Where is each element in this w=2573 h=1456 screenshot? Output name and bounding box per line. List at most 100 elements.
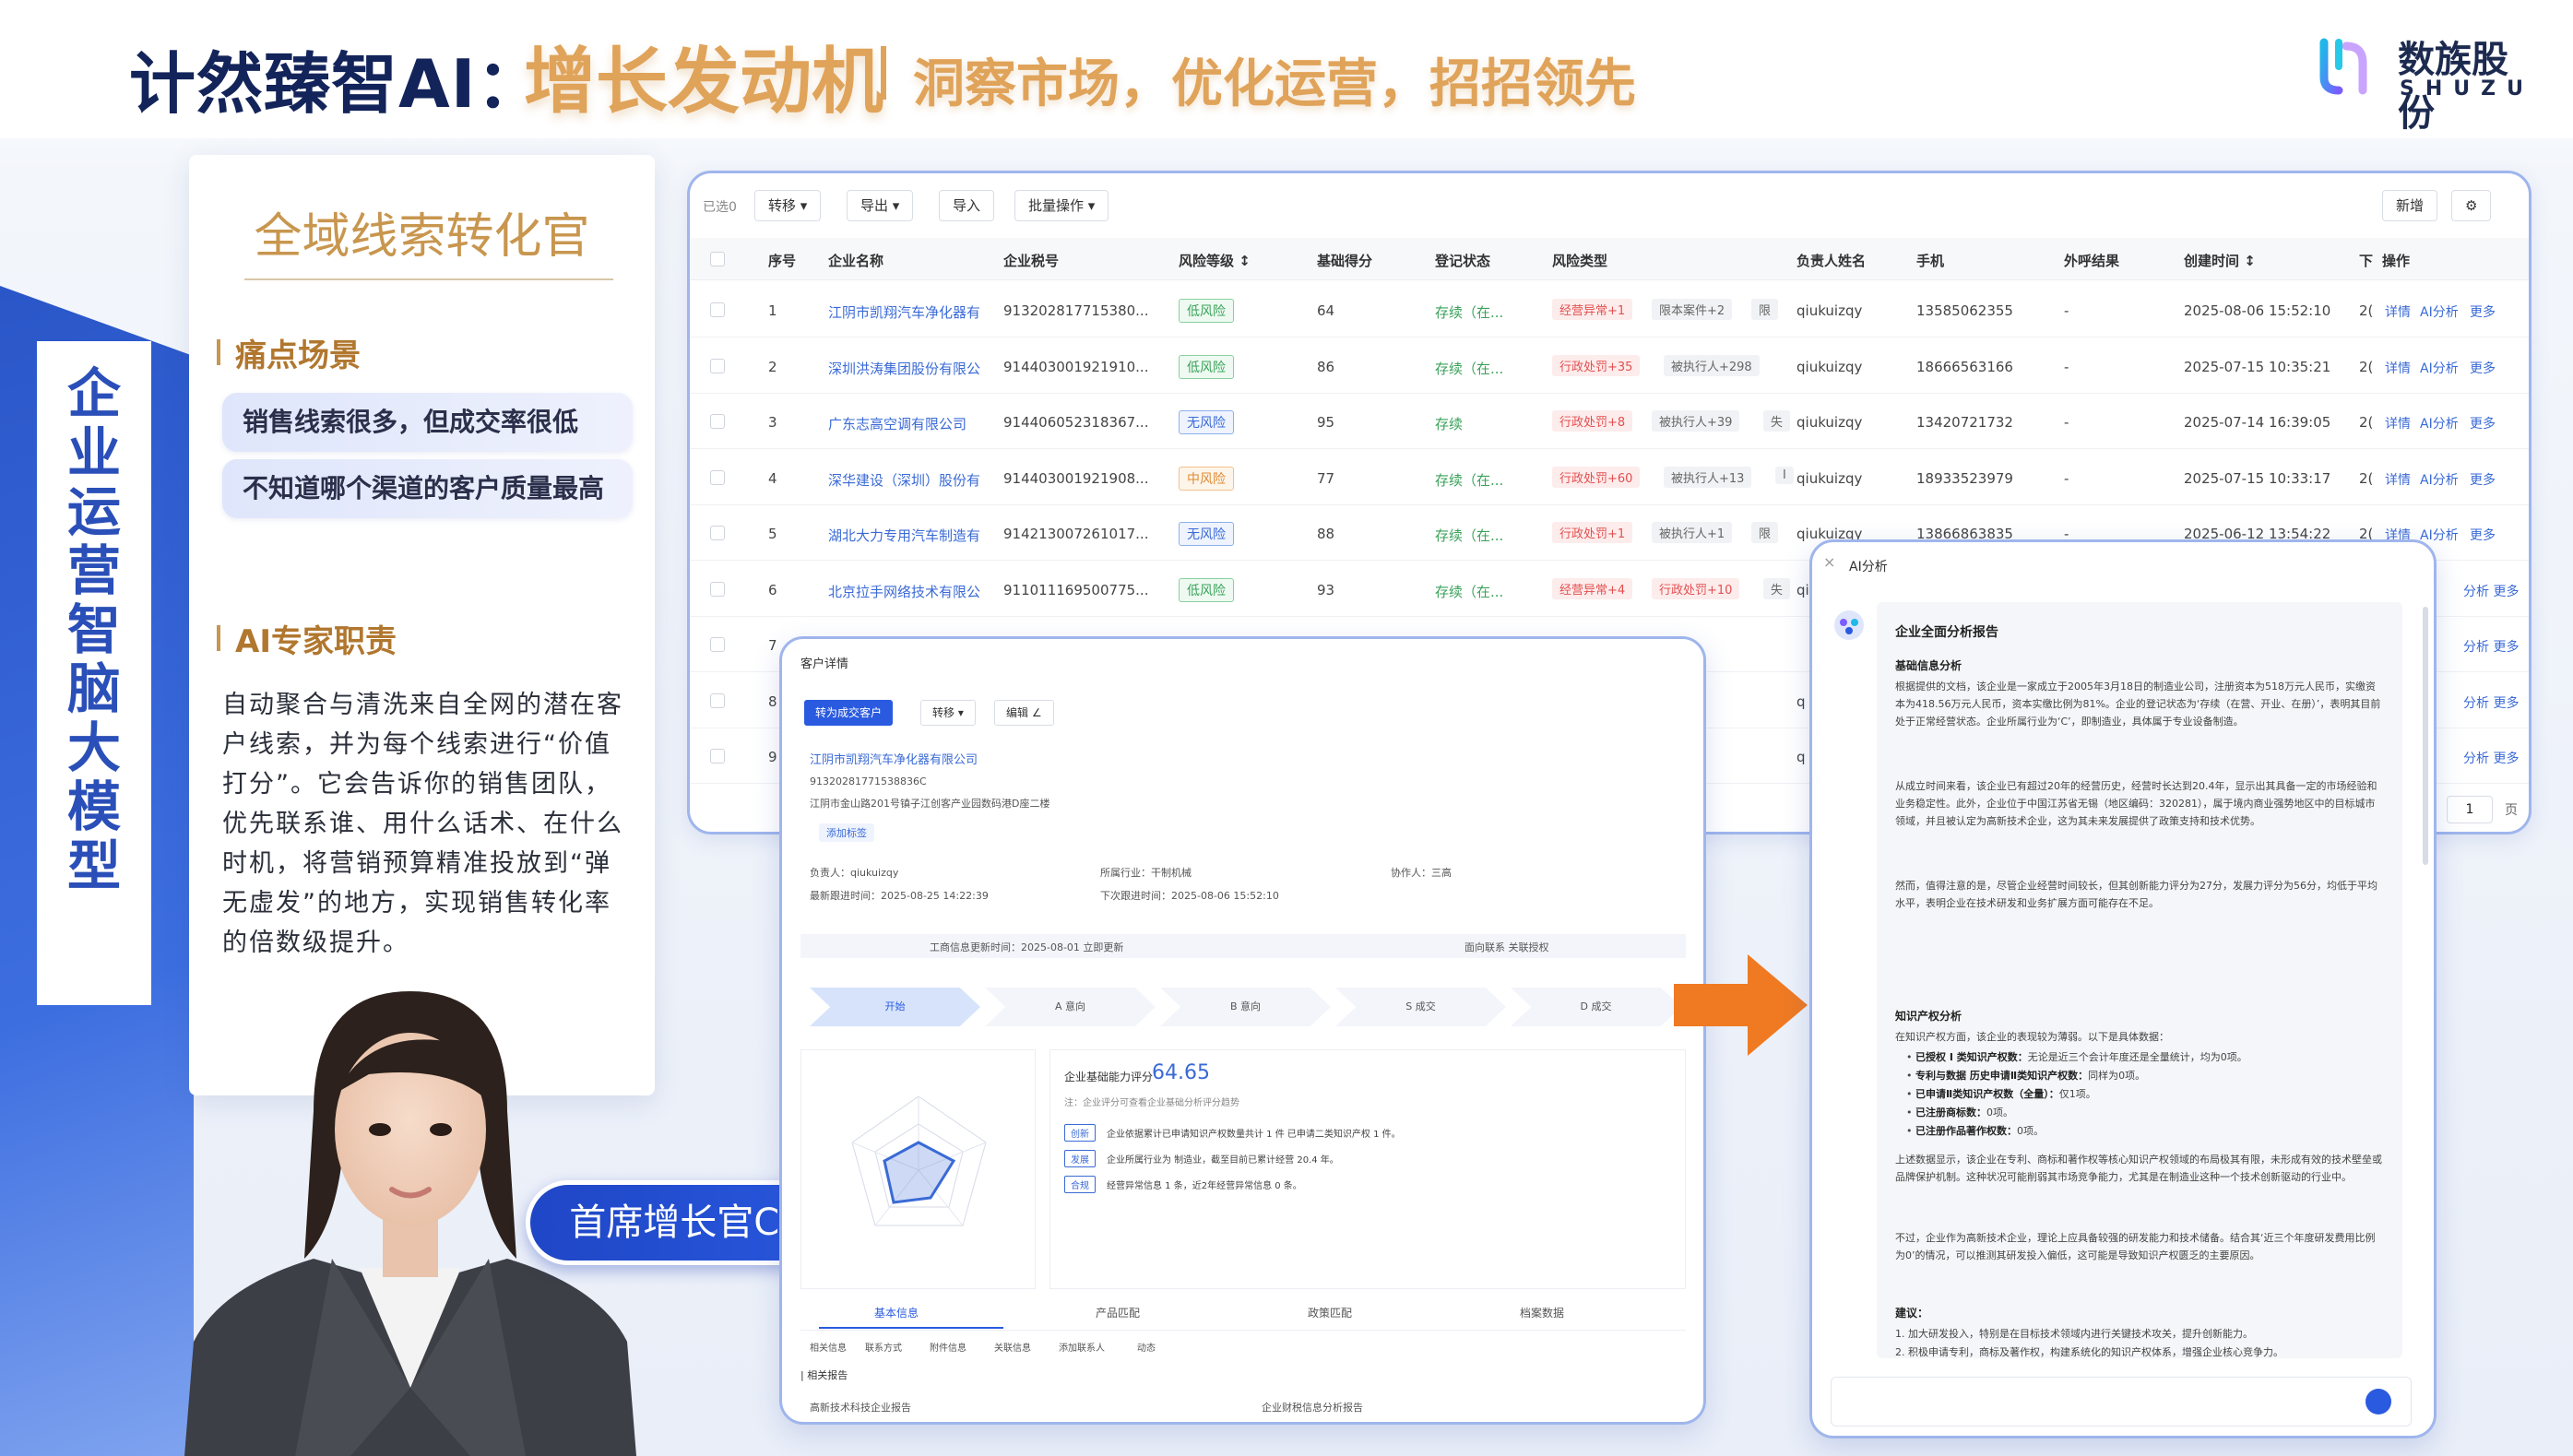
ai-scrollbar[interactable] — [2423, 607, 2428, 865]
header-bar: 计然臻智AI： 增长发动机 洞察市场，优化运营，招招领先 数族股份 SHUZU — [0, 0, 2573, 138]
row-checkbox[interactable] — [710, 692, 725, 708]
detail-link[interactable]: 详情 — [2385, 414, 2411, 432]
cell-call-result: - — [2064, 302, 2069, 319]
cell-company-name[interactable]: 江阴市凯翔汽车净化器有 — [828, 302, 994, 322]
detail-link[interactable]: 详情 — [2385, 470, 2411, 489]
export-button[interactable]: 导出 ▾ — [847, 190, 914, 221]
detail-company-name[interactable]: 江阴市凯翔汽车净化器有限公司 — [810, 750, 978, 767]
card-title: 全域线索转化官 — [254, 209, 590, 265]
ai-analysis-link[interactable]: AI分析 — [2420, 302, 2459, 321]
more-link[interactable]: 更多 — [2470, 470, 2496, 489]
more-link[interactable]: 更多 — [2470, 414, 2496, 432]
cell-company-name[interactable]: 湖北大力专用汽车制造有 — [828, 526, 994, 545]
row-actions[interactable]: 分析 更多 — [2463, 693, 2519, 712]
detail-link[interactable]: 详情 — [2385, 359, 2411, 377]
update-time[interactable]: 工商信息更新时间：2025-08-01 立即更新 — [930, 940, 1123, 954]
more-link[interactable]: 更多 — [2470, 359, 2496, 377]
stage-step[interactable]: S 成交 — [1335, 988, 1506, 1026]
add-button[interactable]: 新增 — [2382, 190, 2438, 221]
row-checkbox[interactable] — [710, 358, 725, 373]
risk-type-tag: 经营异常+1 — [1552, 299, 1633, 320]
tab-product-match[interactable]: 产品匹配 — [1096, 1305, 1140, 1320]
tab-basic-info[interactable]: 基本信息 — [874, 1305, 919, 1320]
report-hightech[interactable]: 高新技术科技企业报告 — [810, 1400, 911, 1415]
report-suggest-head: 建议： — [1895, 1307, 1929, 1320]
stage-step[interactable]: 开始 — [810, 988, 980, 1026]
cell-owner: q — [1796, 692, 1806, 710]
batch-ops-button[interactable]: 批量操作 ▾ — [1014, 190, 1109, 221]
close-icon[interactable]: × — [1823, 553, 1835, 571]
ai-analysis-link[interactable]: AI分析 — [2420, 359, 2459, 377]
more-link[interactable]: 更多 — [2470, 302, 2496, 321]
detail-edit-button[interactable]: 编辑 ∠ — [994, 700, 1054, 726]
cell-status: 存续（在... — [1435, 471, 1504, 489]
stage-step[interactable]: B 意向 — [1160, 988, 1331, 1026]
row-checkbox[interactable] — [710, 637, 725, 652]
report-paragraph: 从成立时间来看，该企业已有超过20年的经营历史，经营时长达到20.4年，显示出其… — [1895, 780, 2377, 827]
more-link[interactable]: 更多 — [2470, 526, 2496, 544]
subtab-add-contact[interactable]: 添加联系人 — [1059, 1340, 1105, 1354]
table-row[interactable]: 3 广东志高空调有限公司 914406052318367... 无风险 95 存续 行政处罚… — [690, 394, 2529, 449]
subtab-contact[interactable]: 联系方式 — [865, 1340, 902, 1354]
import-button[interactable]: 导入 — [939, 190, 995, 221]
detail-link[interactable]: 详情 — [2385, 302, 2411, 321]
subtab-links[interactable]: 关联信息 — [994, 1340, 1031, 1354]
cell-company-name[interactable]: 深华建设（深圳）股份有 — [828, 470, 994, 490]
table-toolbar: 已选0 转移 ▾ 导出 ▾ 导入 批量操作 ▾ 新增 ⚙ — [690, 173, 2529, 229]
ai-analysis-link[interactable]: AI分析 — [2420, 526, 2459, 544]
col-created[interactable]: 创建时间 ↕ — [2184, 251, 2256, 270]
row-checkbox[interactable] — [710, 526, 725, 540]
risk-level-badge: 无风险 — [1179, 410, 1234, 434]
stage-step[interactable]: A 意向 — [985, 988, 1156, 1026]
col-risk-level[interactable]: 风险等级 ↕ — [1179, 251, 1251, 270]
cell-tax-id: 914406052318367... — [1003, 414, 1149, 431]
col-score: 基础得分 — [1317, 253, 1373, 269]
cell-company-name[interactable]: 北京拉手网络技术有限公 — [828, 582, 994, 601]
page-input[interactable]: 1 — [2447, 796, 2493, 823]
cell-score: 64 — [1317, 302, 1335, 319]
tab-policy-match[interactable]: 政策匹配 — [1308, 1305, 1352, 1320]
col-no: 序号 — [768, 253, 797, 269]
transfer-button[interactable]: 转移 ▾ — [754, 190, 822, 221]
pain-heading: 痛点场景 — [217, 330, 361, 375]
subtab-activity[interactable]: 动态 — [1137, 1340, 1156, 1354]
cell-next: 2( — [2359, 358, 2374, 375]
table-row[interactable]: 2 深圳洪涛集团股份有限公 914403001921910... 低风险 86 存续（在.… — [690, 338, 2529, 394]
tab-archive-data[interactable]: 档案数据 — [1520, 1305, 1564, 1320]
send-icon[interactable] — [2366, 1389, 2391, 1415]
select-all-checkbox[interactable] — [710, 252, 725, 266]
score-panel: 企业基础能力评分 64.65 注：企业评分可查看企业基础分析评分趋势 创新 企业依… — [1049, 1049, 1686, 1289]
ai-analysis-link[interactable]: AI分析 — [2420, 470, 2459, 489]
report-list-item: • 已授权 I 类知识产权数：无论是近三个会计年度还是全量统计，均为0项。 — [1906, 1051, 2247, 1063]
ability-radar-chart — [800, 1049, 1036, 1289]
ai-analysis-link[interactable]: AI分析 — [2420, 414, 2459, 432]
row-checkbox[interactable] — [710, 749, 725, 764]
detail-transfer-button[interactable]: 转移 ▾ — [920, 700, 976, 726]
report-tax[interactable]: 企业财税信息分析报告 — [1262, 1400, 1363, 1415]
table-row[interactable]: 4 深华建设（深圳）股份有 914403001921908... 中风险 77 存续（在.… — [690, 450, 2529, 505]
cell-no: 9 — [768, 749, 777, 765]
subtab-attachment[interactable]: 附件信息 — [930, 1340, 966, 1354]
cell-company-name[interactable]: 深圳洪涛集团股份有限公 — [828, 359, 994, 378]
subtab-related[interactable]: 相关信息 — [810, 1340, 847, 1354]
related-auth[interactable]: 面向联系 关联授权 — [1464, 940, 1549, 954]
convert-customer-button[interactable]: 转为成交客户 — [804, 700, 894, 726]
risk-type-tag: 行政处罚+10 — [1652, 577, 1740, 599]
row-checkbox[interactable] — [710, 581, 725, 597]
row-checkbox[interactable] — [710, 414, 725, 429]
row-actions[interactable]: 分析 更多 — [2463, 637, 2519, 656]
cell-no: 4 — [768, 469, 777, 487]
row-checkbox[interactable] — [710, 302, 725, 317]
settings-icon[interactable]: ⚙ — [2451, 190, 2492, 221]
table-row[interactable]: 1 江阴市凯翔汽车净化器有 913202817715380... 低风险 64 存续（在.… — [690, 282, 2529, 337]
row-actions[interactable]: 分析 更多 — [2463, 582, 2519, 600]
report-list-item: • 已申请Ⅱ类知识产权数（全量）：仅1项。 — [1906, 1088, 2096, 1100]
score-row-growth: 发展 企业所属行业为 制造业，截至目前已累计经营 20.4 年。 — [1064, 1150, 1339, 1167]
cell-company-name[interactable]: 广东志高空调有限公司 — [828, 414, 994, 433]
add-tag-button[interactable]: 添加标签 — [819, 823, 874, 842]
report-list-item: • 专利与数据 历史申请Ⅱ类知识产权数：同样为0项。 — [1906, 1070, 2146, 1082]
row-checkbox[interactable] — [710, 469, 725, 485]
stage-step[interactable]: D 成交 — [1511, 988, 1681, 1026]
ai-chat-input[interactable] — [1831, 1377, 2412, 1426]
row-actions[interactable]: 分析 更多 — [2463, 749, 2519, 767]
